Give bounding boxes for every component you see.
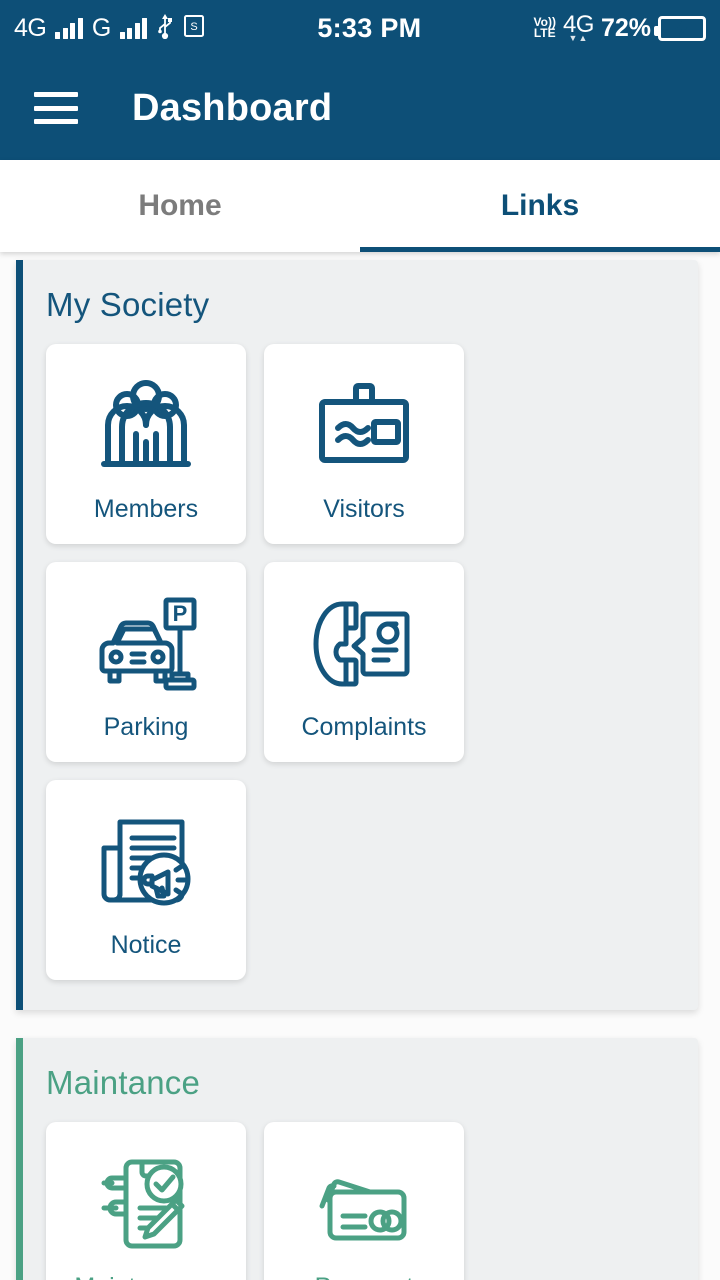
tile-label: Maintenance	[74, 1273, 217, 1280]
page-title: Dashboard	[132, 86, 333, 129]
tab-home[interactable]: Home	[0, 160, 360, 252]
status-bar-left: 4G G S	[14, 13, 205, 44]
document-check-pencil-icon	[90, 1143, 202, 1265]
network-type-label: 4G	[14, 13, 47, 42]
signal-strength-icon-1	[55, 17, 83, 39]
tile-parking[interactable]: P Parking	[46, 562, 246, 762]
tile-label: Visitors	[323, 495, 405, 523]
data-transfer-arrows-icon: ▼▲	[568, 33, 589, 43]
hamburger-menu-icon[interactable]	[34, 92, 78, 124]
volte-bottom-text: LTE	[533, 26, 556, 40]
tab-bar: Home Links	[0, 160, 720, 252]
battery-percent-label: 72%	[600, 13, 651, 42]
clock-label: 5:33 PM	[317, 12, 422, 43]
links-scroll-area[interactable]: My Society Members Visitors P Parking Co…	[0, 252, 720, 1280]
svg-text:P: P	[173, 601, 188, 626]
charging-bolt-icon	[674, 19, 690, 37]
mobile-data-icon: 4G ▼▲	[563, 13, 595, 43]
car-parking-sign-icon: P	[90, 583, 202, 705]
id-badge-icon	[308, 365, 420, 487]
tile-label: Complaints	[301, 713, 427, 741]
section-maintance: Maintance	[16, 1038, 698, 1280]
network-type-label-2: G	[91, 13, 111, 42]
signal-strength-icon-2	[119, 17, 148, 39]
svg-text:S: S	[191, 21, 198, 33]
battery-icon	[654, 15, 706, 41]
section-my-society: My Society Members Visitors P Parking Co…	[16, 260, 698, 1010]
tile-complaints[interactable]: Complaints	[264, 562, 464, 762]
tile-notice[interactable]: Notice	[46, 780, 246, 980]
tile-label: Notice	[110, 931, 182, 959]
telephone-complaint-icon	[308, 583, 420, 705]
section-title-maintance: Maintance	[46, 1064, 201, 1101]
tab-links[interactable]: Links	[360, 160, 720, 252]
tile-members[interactable]: Members	[46, 344, 246, 544]
tile-maintenance[interactable]: Maintenance	[46, 1122, 246, 1280]
tile-payment[interactable]: Payment	[264, 1122, 464, 1280]
volte-icon: Vo)) LTE	[533, 15, 556, 40]
tile-label: Payment	[315, 1273, 414, 1280]
usb-icon	[156, 13, 174, 44]
status-bar: 4G G S 5:33 PM Vo)) LTE 4G ▼▲ 72%	[0, 0, 720, 56]
tile-visitors[interactable]: Visitors	[264, 344, 464, 544]
newspaper-megaphone-icon	[90, 801, 202, 923]
section-accent-bar	[16, 260, 23, 1010]
app-bar: Dashboard	[0, 56, 720, 160]
tile-label: Parking	[103, 713, 189, 741]
tile-grid-my-society: Members Visitors P Parking Complaints No…	[16, 344, 698, 980]
section-title-my-society: My Society	[46, 286, 210, 323]
credit-cards-icon	[308, 1143, 420, 1265]
section-accent-bar	[16, 1038, 23, 1280]
tile-label: Members	[93, 495, 199, 523]
tile-grid-maintance: Maintenance Payment	[16, 1122, 698, 1280]
members-group-icon	[90, 365, 202, 487]
status-bar-center: 5:33 PM	[205, 13, 533, 44]
status-bar-right: Vo)) LTE 4G ▼▲ 72%	[533, 13, 706, 43]
sd-card-icon: S	[183, 14, 205, 43]
